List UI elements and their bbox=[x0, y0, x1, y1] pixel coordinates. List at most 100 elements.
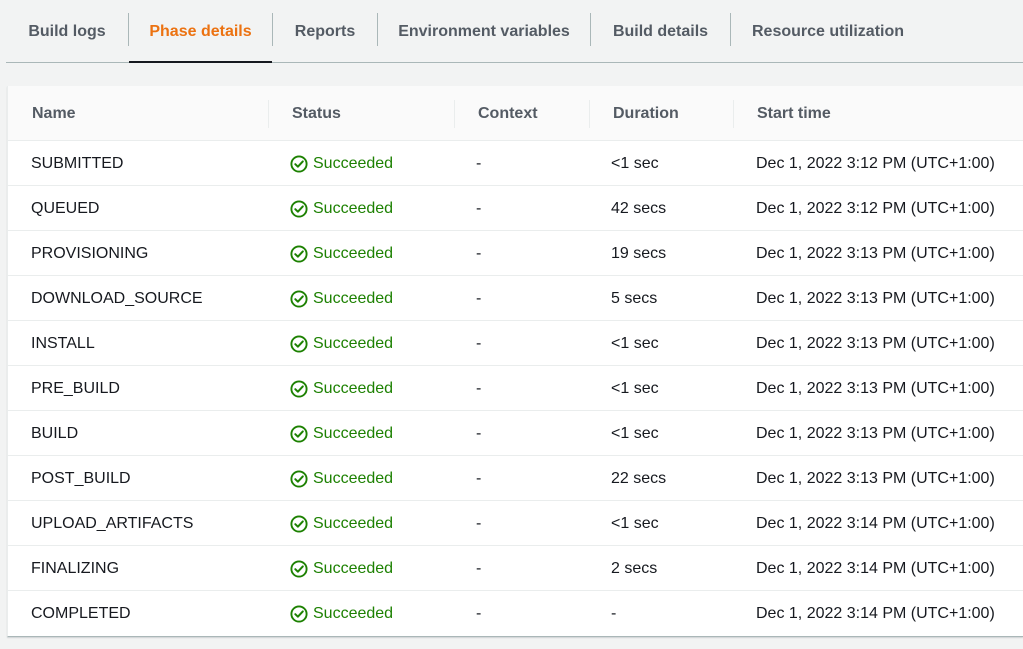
column-divider[interactable] bbox=[589, 100, 590, 128]
column-divider[interactable] bbox=[733, 100, 734, 128]
status-label: Succeeded bbox=[313, 289, 394, 307]
tab-environment-variables[interactable]: Environment variables bbox=[378, 0, 590, 63]
table-row: FINALIZING Succeeded - 2 secs Dec 1, 2022 3:… bbox=[8, 546, 1023, 591]
tab-build-details[interactable]: Build details bbox=[591, 0, 730, 63]
status-label: Succeeded bbox=[313, 469, 394, 487]
duration-cell: <1 sec bbox=[611, 154, 659, 172]
phase-name: POST_BUILD bbox=[31, 469, 131, 487]
context-cell: - bbox=[476, 289, 482, 307]
status-label: Succeeded bbox=[313, 244, 394, 262]
phase-name: BUILD bbox=[31, 424, 79, 442]
start-time-cell: Dec 1, 2022 3:12 PM (UTC+1:00) bbox=[756, 154, 995, 172]
table-row: PRE_BUILD Succeeded - <1 sec Dec 1, 2022 3:1… bbox=[8, 366, 1023, 411]
table-row: DOWNLOAD_SOURCE Succeeded - 5 secs Dec 1, 20… bbox=[8, 276, 1023, 321]
duration-cell: 2 secs bbox=[611, 559, 658, 577]
column-header-start-time[interactable]: Start time bbox=[757, 86, 831, 141]
phase-name: SUBMITTED bbox=[31, 154, 124, 172]
start-time-cell: Dec 1, 2022 3:13 PM (UTC+1:00) bbox=[756, 424, 995, 442]
phase-name: QUEUED bbox=[31, 199, 100, 217]
check-circle-icon bbox=[290, 334, 308, 353]
context-cell: - bbox=[476, 424, 482, 442]
table-row: SUBMITTED Succeeded - <1 sec Dec 1, 2022 3:1… bbox=[8, 141, 1023, 186]
phase-details-table: Name Status Context Duration Start time … bbox=[7, 86, 1023, 637]
status-label: Succeeded bbox=[313, 154, 394, 172]
table-row: QUEUED Succeeded - 42 secs Dec 1, 2022 3:12 … bbox=[8, 186, 1023, 231]
duration-cell: 5 secs bbox=[611, 289, 658, 307]
context-cell: - bbox=[476, 244, 482, 262]
context-cell: - bbox=[476, 154, 482, 172]
column-header-duration[interactable]: Duration bbox=[613, 86, 679, 141]
start-time-cell: Dec 1, 2022 3:13 PM (UTC+1:00) bbox=[756, 244, 995, 262]
status-label: Succeeded bbox=[313, 604, 394, 622]
phase-name: INSTALL bbox=[31, 334, 95, 352]
status-label: Succeeded bbox=[313, 514, 394, 532]
start-time-cell: Dec 1, 2022 3:13 PM (UTC+1:00) bbox=[756, 379, 995, 397]
duration-cell: <1 sec bbox=[611, 514, 659, 532]
phase-name: PRE_BUILD bbox=[31, 379, 120, 397]
status-label: Succeeded bbox=[313, 199, 394, 217]
status-cell: Succeeded bbox=[290, 186, 393, 231]
tab-bar: Build logs Phase details Reports Environ… bbox=[6, 0, 1023, 63]
check-circle-icon bbox=[290, 514, 308, 533]
status-cell: Succeeded bbox=[290, 546, 393, 591]
status-cell: Succeeded bbox=[290, 411, 393, 456]
context-cell: - bbox=[476, 514, 482, 532]
start-time-cell: Dec 1, 2022 3:13 PM (UTC+1:00) bbox=[756, 289, 995, 307]
status-cell: Succeeded bbox=[290, 501, 393, 546]
status-cell: Succeeded bbox=[290, 591, 393, 636]
status-label: Succeeded bbox=[313, 334, 394, 352]
phase-name: PROVISIONING bbox=[31, 244, 149, 262]
status-cell: Succeeded bbox=[290, 366, 393, 411]
column-divider[interactable] bbox=[454, 100, 455, 128]
start-time-cell: Dec 1, 2022 3:14 PM (UTC+1:00) bbox=[756, 514, 995, 532]
status-cell: Succeeded bbox=[290, 276, 393, 321]
duration-cell: 42 secs bbox=[611, 199, 667, 217]
table-row: COMPLETED Succeeded - - Dec 1, 2022 3:14 PM … bbox=[8, 591, 1023, 636]
phase-name: UPLOAD_ARTIFACTS bbox=[31, 514, 194, 532]
start-time-cell: Dec 1, 2022 3:14 PM (UTC+1:00) bbox=[756, 604, 995, 622]
status-label: Succeeded bbox=[313, 379, 394, 397]
table-header: Name Status Context Duration Start time bbox=[8, 86, 1023, 141]
status-cell: Succeeded bbox=[290, 231, 393, 276]
check-circle-icon bbox=[290, 559, 308, 578]
duration-cell: <1 sec bbox=[611, 424, 659, 442]
duration-cell: 22 secs bbox=[611, 469, 667, 487]
start-time-cell: Dec 1, 2022 3:13 PM (UTC+1:00) bbox=[756, 334, 995, 352]
table-row: BUILD Succeeded - <1 sec Dec 1, 2022 3:13 PM… bbox=[8, 411, 1023, 456]
status-cell: Succeeded bbox=[290, 456, 393, 501]
context-cell: - bbox=[476, 379, 482, 397]
check-circle-icon bbox=[290, 244, 308, 263]
status-cell: Succeeded bbox=[290, 141, 393, 186]
column-divider[interactable] bbox=[268, 100, 269, 128]
duration-cell: - bbox=[611, 604, 617, 622]
tab-phase-details[interactable]: Phase details bbox=[129, 0, 272, 63]
column-header-name[interactable]: Name bbox=[32, 86, 76, 141]
check-circle-icon bbox=[290, 424, 308, 443]
table-row: INSTALL Succeeded - <1 sec Dec 1, 2022 3:13 … bbox=[8, 321, 1023, 366]
duration-cell: <1 sec bbox=[611, 334, 659, 352]
phase-name: COMPLETED bbox=[31, 604, 131, 622]
phase-name: FINALIZING bbox=[31, 559, 120, 577]
duration-cell: <1 sec bbox=[611, 379, 659, 397]
start-time-cell: Dec 1, 2022 3:12 PM (UTC+1:00) bbox=[756, 199, 995, 217]
tab-reports[interactable]: Reports bbox=[273, 0, 377, 63]
column-header-context[interactable]: Context bbox=[478, 86, 538, 141]
table-row: UPLOAD_ARTIFACTS Succeeded - <1 sec Dec 1, 2… bbox=[8, 501, 1023, 546]
column-header-status[interactable]: Status bbox=[292, 86, 341, 141]
check-circle-icon bbox=[290, 199, 308, 218]
tab-resource-utilization[interactable]: Resource utilization bbox=[731, 0, 925, 63]
context-cell: - bbox=[476, 334, 482, 352]
context-cell: - bbox=[476, 199, 482, 217]
context-cell: - bbox=[476, 559, 482, 577]
duration-cell: 19 secs bbox=[611, 244, 667, 262]
table-row: POST_BUILD Succeeded - 22 secs Dec 1, 2022 3… bbox=[8, 456, 1023, 501]
start-time-cell: Dec 1, 2022 3:14 PM (UTC+1:00) bbox=[756, 559, 995, 577]
status-cell: Succeeded bbox=[290, 321, 393, 366]
check-circle-icon bbox=[290, 469, 308, 488]
context-cell: - bbox=[476, 469, 482, 487]
check-circle-icon bbox=[290, 289, 308, 308]
status-label: Succeeded bbox=[313, 559, 394, 577]
tab-build-logs[interactable]: Build logs bbox=[6, 0, 128, 63]
context-cell: - bbox=[476, 604, 482, 622]
status-label: Succeeded bbox=[313, 424, 394, 442]
